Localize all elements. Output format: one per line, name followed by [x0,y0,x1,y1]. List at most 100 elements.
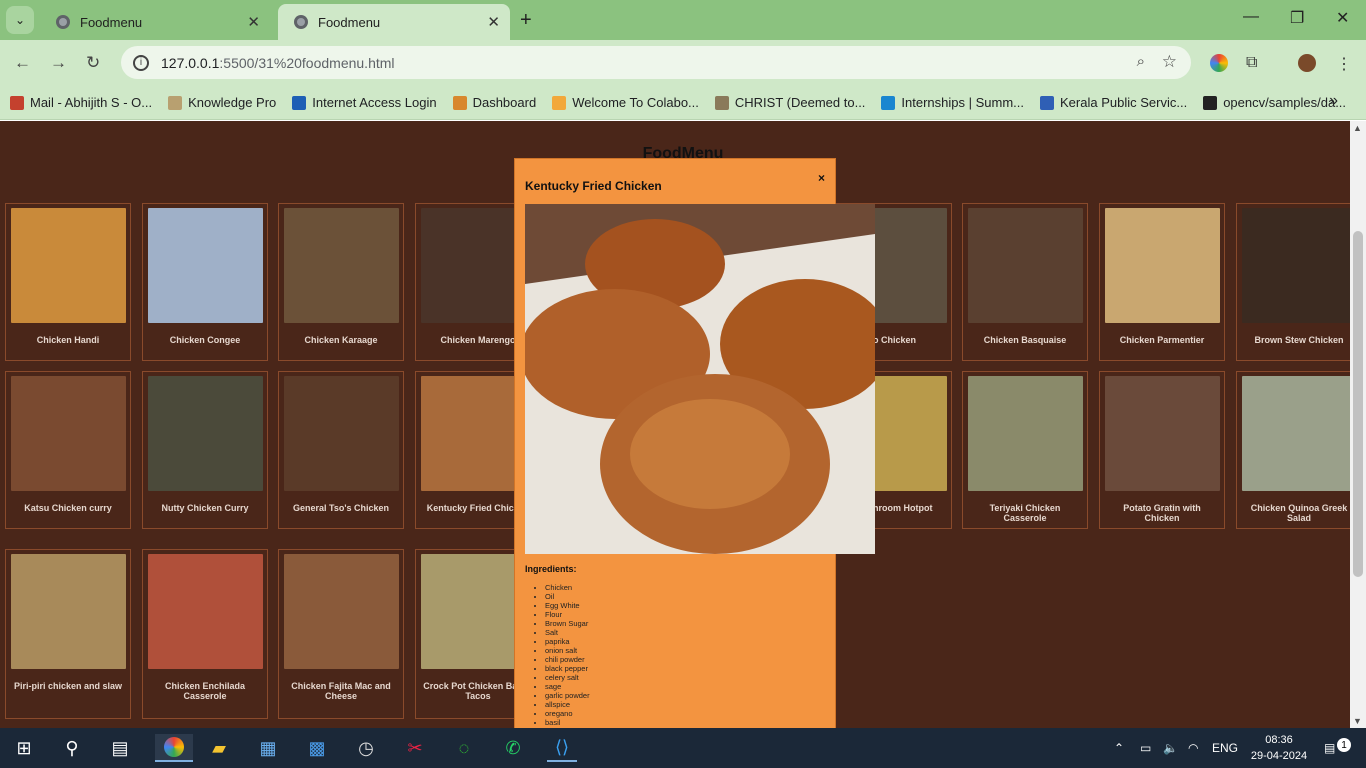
bookmark-item[interactable]: Welcome To Colabo... [552,95,699,110]
file-explorer-icon[interactable]: ▰ [204,734,234,762]
ingredient-item: Brown Sugar [545,619,590,628]
search-icon[interactable]: ⚲ [57,734,87,762]
food-thumbnail[interactable] [283,208,399,323]
bookmark-label: Welcome To Colabo... [572,95,699,110]
food-card[interactable]: Chicken Karaage [278,203,404,361]
food-thumbnail[interactable] [10,554,126,669]
food-card[interactable]: General Tso's Chicken [278,371,404,529]
food-card[interactable]: Teriyaki Chicken Casserole [962,371,1088,529]
scroll-down-icon[interactable]: ▼ [1353,716,1362,726]
vscode-icon[interactable]: ⟨⟩ [547,734,577,762]
bookmark-star-icon[interactable]: ☆ [1162,52,1177,72]
food-thumbnail[interactable] [147,208,263,323]
bookmark-label: Kerala Public Servic... [1060,95,1188,110]
omnibox[interactable]: i 127.0.0.1:5500/31%20foodmenu.html ⌕ ☆ [121,46,1191,79]
windows-start-icon[interactable]: ⊞ [9,734,39,762]
clock[interactable]: 08:36 29-04-2024 [1248,732,1310,764]
volume-icon[interactable]: 🔈 [1163,728,1178,768]
site-info-icon[interactable]: i [133,54,149,71]
bookmark-item[interactable]: opencv/samples/da... [1203,95,1346,110]
globe-icon [294,15,308,29]
reload-icon[interactable]: ↻ [86,53,100,73]
calendar-icon[interactable]: ▩ [302,734,332,762]
close-icon[interactable]: × [818,171,825,185]
tab-foodmenu-2[interactable]: Foodmenu ✕ [278,4,510,40]
ingredient-item: sage [545,682,590,691]
food-thumbnail[interactable] [10,376,126,491]
url-text[interactable]: 127.0.0.1:5500/31%20foodmenu.html [161,55,395,71]
bookmark-item[interactable]: Internet Access Login [292,95,437,110]
food-card[interactable]: Chicken Quinoa Greek Salad [1236,371,1350,529]
bookmark-favicon-icon [1203,95,1218,110]
food-card[interactable]: Chicken Parmentier [1099,203,1225,361]
minimize-icon[interactable]: — [1243,8,1259,26]
food-thumbnail[interactable] [283,554,399,669]
food-card[interactable]: Chicken Fajita Mac and Cheese [278,549,404,719]
food-thumbnail[interactable] [10,208,126,323]
food-card[interactable]: Chicken Basquaise [962,203,1088,361]
chrome-taskbar-icon[interactable] [155,734,193,762]
more-bookmarks-icon[interactable]: » [1329,92,1338,110]
page-scrollbar[interactable]: ▲ ▼ [1350,121,1366,728]
calculator-icon[interactable]: ▦ [253,734,283,762]
food-thumbnail[interactable] [1241,376,1350,491]
menu-icon[interactable]: ⋮ [1336,54,1354,73]
notifications-icon[interactable]: ▤ [1324,728,1335,768]
bookmark-item[interactable]: Mail - Abhijith S - O... [10,95,152,110]
forward-icon[interactable]: → [50,53,67,73]
bookmark-item[interactable]: CHRIST (Deemed to... [714,95,865,110]
snipping-tool-icon[interactable]: ✂ [400,734,430,762]
language-indicator[interactable]: ENG [1212,728,1238,768]
avatar[interactable] [1298,54,1316,72]
chrome-color-icon[interactable] [1210,54,1228,72]
wifi-icon[interactable]: ◠ [1188,728,1198,768]
scroll-up-icon[interactable]: ▲ [1353,123,1362,133]
whatsapp-icon[interactable]: ✆ [498,734,528,762]
food-card[interactable]: Chicken Handi [5,203,131,361]
bookmark-favicon-icon [168,95,183,110]
bookmark-item[interactable]: Kerala Public Servic... [1040,95,1187,110]
food-thumbnail[interactable] [147,554,263,669]
food-card[interactable]: Katsu Chicken curry [5,371,131,529]
scrollbar-thumb[interactable] [1353,231,1363,577]
tab-search-button[interactable]: ⌄ [6,6,34,34]
food-card-title: Teriyaki Chicken Casserole [989,503,1061,523]
food-thumbnail[interactable] [283,376,399,491]
food-card[interactable]: Chicken Congee [142,203,268,361]
food-card[interactable]: Chicken Enchilada Casserole [142,549,268,719]
extensions-icon[interactable]: ⧉ [1246,54,1264,72]
food-thumbnail[interactable] [1241,208,1350,323]
close-tab-icon[interactable]: ✕ [247,13,260,31]
close-window-icon[interactable]: ✕ [1336,8,1349,28]
new-tab-button[interactable]: + [520,9,532,32]
food-thumbnail[interactable] [967,376,1083,491]
food-card[interactable]: Potato Gratin with Chicken [1099,371,1225,529]
ingredient-item: black pepper [545,664,590,673]
close-tab-icon[interactable]: ✕ [487,13,500,31]
bookmark-label: Internet Access Login [312,95,437,110]
food-thumbnail[interactable] [967,208,1083,323]
bookmark-item[interactable]: Knowledge Pro [168,95,276,110]
food-card[interactable]: Piri-piri chicken and slaw [5,549,131,719]
bookmark-item[interactable]: Dashboard [452,95,536,110]
battery-icon[interactable]: ▭ [1140,728,1151,768]
restore-icon[interactable]: ❐ [1290,8,1304,28]
ingredient-item: chili powder [545,655,590,664]
clock-app-icon[interactable]: ◷ [351,734,381,762]
food-thumbnail[interactable] [1104,208,1220,323]
task-view-icon[interactable]: ▤ [105,734,135,762]
food-card[interactable]: Nutty Chicken Curry [142,371,268,529]
food-card-title: Brown Stew Chicken [1254,335,1344,345]
food-thumbnail[interactable] [1104,376,1220,491]
food-card[interactable]: Brown Stew Chicken [1236,203,1350,361]
bookmark-label: Mail - Abhijith S - O... [30,95,153,110]
zoom-icon[interactable]: ⌕ [1137,53,1145,70]
food-thumbnail[interactable] [147,376,263,491]
ingredient-item: Oil [545,592,590,601]
back-icon[interactable]: ← [14,53,31,73]
bookmark-item[interactable]: Internships | Summ... [881,95,1024,110]
show-hidden-icons[interactable]: ⌃ [1114,728,1124,768]
tab-foodmenu-1[interactable]: Foodmenu ✕ [40,4,270,40]
food-card-title: Potato Gratin with Chicken [1123,503,1201,523]
refresh-app-icon[interactable]: ◌ [449,734,479,762]
